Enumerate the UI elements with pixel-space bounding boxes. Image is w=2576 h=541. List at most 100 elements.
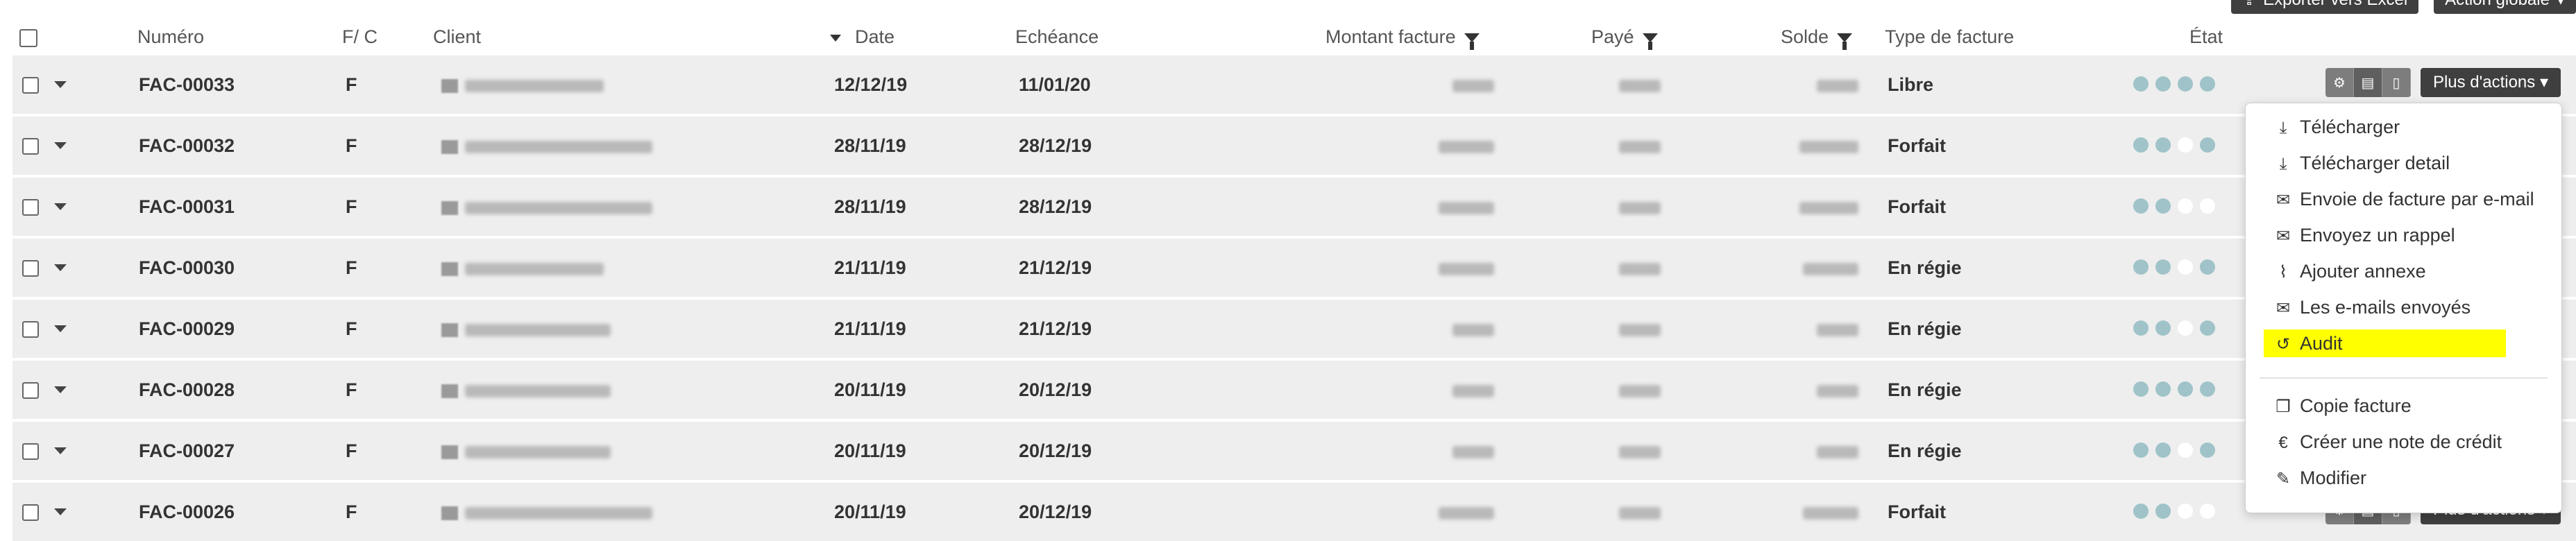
col-solde[interactable]: Solde	[1781, 26, 1853, 51]
row-checkbox[interactable]	[22, 443, 39, 460]
client-name[interactable]	[441, 300, 611, 358]
blurred-client	[465, 323, 611, 336]
invoice-number[interactable]: FAC-00032	[139, 117, 235, 175]
col-date[interactable]: Date	[830, 26, 895, 48]
col-type[interactable]: Type de facture	[1885, 26, 2014, 48]
expand-caret-icon[interactable]	[54, 386, 67, 393]
expand-caret-icon[interactable]	[54, 264, 67, 271]
client-name[interactable]	[441, 55, 604, 114]
invoice-date: 21/11/19	[834, 257, 906, 278]
invoice-type: En régie	[1888, 440, 1962, 461]
col-montant[interactable]: Montant facture	[1325, 26, 1480, 51]
row-checkbox[interactable]	[22, 199, 39, 216]
table-row[interactable]: FAC-00033 F 12/12/19 11/01/20 Libre ⚙ ▤ …	[12, 54, 2576, 114]
invoice-number[interactable]: FAC-00026	[139, 483, 235, 541]
row-checkbox[interactable]	[22, 260, 39, 277]
blurred-amount	[1439, 140, 1494, 153]
col-client[interactable]: Client	[433, 26, 481, 48]
invoice-number[interactable]: FAC-00028	[139, 361, 235, 419]
amount	[1439, 239, 1494, 297]
expand-caret-icon[interactable]	[54, 81, 67, 88]
row-checkbox[interactable]	[22, 321, 39, 338]
client-name[interactable]	[441, 117, 652, 175]
expand-caret-icon[interactable]	[54, 325, 67, 332]
paid	[1619, 178, 1661, 236]
menu-item-audit[interactable]: ↺ Audit	[2264, 329, 2506, 357]
invoice-number[interactable]: FAC-00029	[139, 300, 235, 358]
status-dot	[2178, 504, 2193, 519]
pencil-icon: ✎	[2276, 470, 2291, 488]
row-checkbox[interactable]	[22, 382, 39, 399]
row-checkbox[interactable]	[22, 504, 39, 521]
client-name[interactable]	[441, 239, 604, 297]
table-row[interactable]: FAC-00031 F 28/11/19 28/12/19 Forfait	[12, 176, 2576, 236]
more-actions-button[interactable]: Plus d'actions ▾	[2420, 68, 2561, 97]
menu-item-add-attachment[interactable]: ⌇ Ajouter annexe	[2272, 257, 2426, 285]
filter-icon[interactable]	[1642, 33, 1658, 51]
status-dots	[2133, 198, 2215, 214]
invoice-number[interactable]: FAC-00027	[139, 422, 235, 480]
balance	[1803, 483, 1858, 541]
status-dot	[2133, 198, 2149, 214]
invoice-number[interactable]: FAC-00030	[139, 239, 235, 297]
col-paye[interactable]: Payé	[1591, 26, 1658, 51]
filter-icon[interactable]	[1464, 33, 1480, 51]
col-echeance[interactable]: Echéance	[1015, 26, 1099, 48]
menu-item-send-reminder[interactable]: ✉ Envoyez un rappel	[2272, 221, 2455, 249]
status-dots	[2133, 443, 2215, 458]
invoice-number[interactable]: FAC-00033	[139, 55, 235, 114]
menu-item-download-detail[interactable]: ⤓ Télécharger detail	[2272, 149, 2450, 177]
paid	[1619, 55, 1661, 114]
invoice-fc: F	[346, 196, 357, 217]
expand-caret-icon[interactable]	[54, 508, 67, 515]
table-row[interactable]: FAC-00028 F 20/11/19 20/12/19 En régie	[12, 359, 2576, 419]
expand-caret-icon[interactable]	[54, 203, 67, 210]
status-dot	[2133, 76, 2149, 92]
pdf-icon[interactable]: ▯	[2382, 68, 2411, 97]
client-name[interactable]	[441, 422, 611, 480]
amount	[1452, 55, 1494, 114]
invoice-due-date: 28/12/19	[1019, 135, 1092, 156]
client-name[interactable]	[441, 483, 652, 541]
row-checkbox[interactable]	[22, 138, 39, 155]
export-excel-button[interactable]: ⇪Exporter vers Excel	[2230, 0, 2419, 14]
blurred-paid	[1619, 323, 1661, 336]
status-dot	[2200, 259, 2215, 275]
expand-caret-icon[interactable]	[54, 142, 67, 149]
client-name[interactable]	[441, 178, 652, 236]
col-etat[interactable]: État	[2189, 26, 2223, 48]
menu-item-send-email[interactable]: ✉ Envoie de facture par e-mail	[2272, 185, 2534, 213]
status-dot	[2178, 137, 2193, 153]
blurred-client	[465, 445, 611, 458]
paid	[1619, 483, 1661, 541]
filter-icon[interactable]	[1837, 33, 1853, 51]
blurred-balance	[1817, 445, 1858, 458]
blurred-balance	[1803, 506, 1858, 519]
menu-item-download[interactable]: ⤓ Télécharger	[2272, 113, 2400, 141]
select-all-checkbox[interactable]	[19, 29, 37, 47]
menu-item-copy-invoice[interactable]: ❐ Copie facture	[2272, 392, 2411, 420]
table-row[interactable]: FAC-00026 F 20/11/19 20/12/19 Forfait ⚙ …	[12, 481, 2576, 541]
invoice-due-date: 21/12/19	[1019, 318, 1092, 339]
money-icon[interactable]: ▤	[2353, 68, 2382, 97]
invoice-number[interactable]: FAC-00031	[139, 178, 235, 236]
menu-item-modify[interactable]: ✎ Modifier	[2272, 464, 2366, 492]
row-checkbox[interactable]	[22, 77, 39, 94]
table-row[interactable]: FAC-00027 F 20/11/19 20/12/19 En régie	[12, 420, 2576, 480]
export-icon: ⇪	[2242, 0, 2256, 8]
status-dot	[2200, 381, 2215, 397]
blurred-client	[465, 506, 652, 519]
status-dot	[2133, 443, 2149, 458]
gear-icon[interactable]: ⚙	[2325, 68, 2354, 97]
col-numero[interactable]: Numéro	[137, 26, 204, 48]
expand-caret-icon[interactable]	[54, 447, 67, 454]
client-name[interactable]	[441, 361, 611, 419]
table-row[interactable]: FAC-00030 F 21/11/19 21/12/19 En régie	[12, 237, 2576, 297]
menu-item-sent-emails[interactable]: ✉ Les e-mails envoyés	[2272, 293, 2471, 321]
col-fc[interactable]: F/ C	[342, 26, 378, 48]
menu-item-credit-note[interactable]: € Créer une note de crédit	[2272, 428, 2502, 456]
table-row[interactable]: FAC-00032 F 28/11/19 28/12/19 Forfait	[12, 115, 2576, 175]
table-row[interactable]: FAC-00029 F 21/11/19 21/12/19 En régie	[12, 298, 2576, 358]
status-dot	[2178, 259, 2193, 275]
global-action-button[interactable]: Action globale▾	[2434, 0, 2576, 14]
